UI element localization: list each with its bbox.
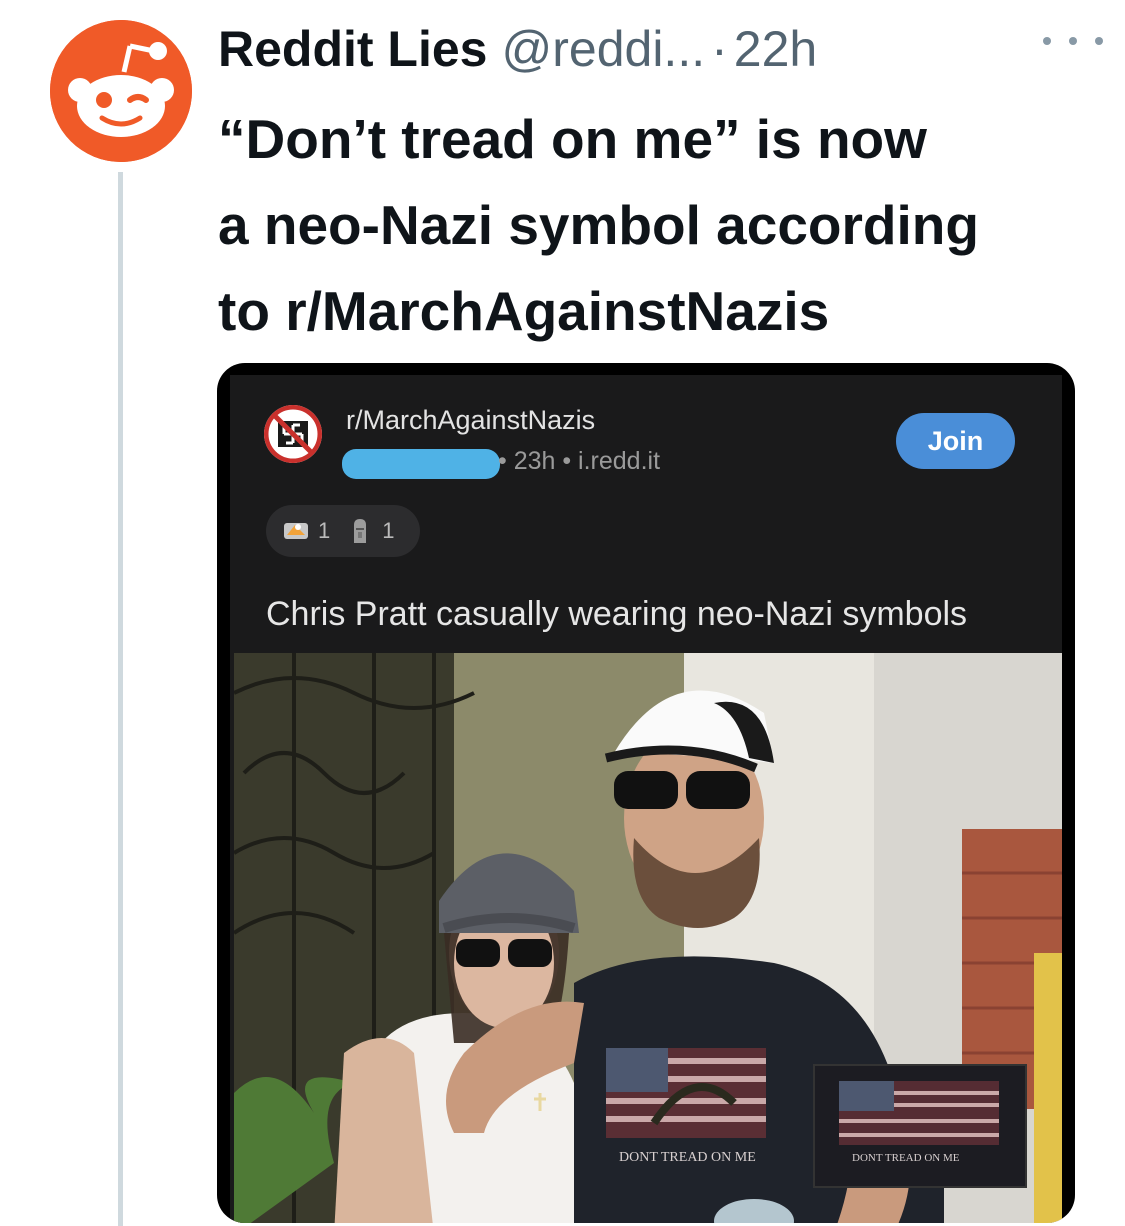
join-button[interactable]: Join [896,413,1015,469]
no-swastika-icon [264,405,322,463]
display-name[interactable]: Reddit Lies [218,20,487,78]
shirt-text: DONT TREAD ON ME [619,1150,756,1165]
thread-line [118,172,123,1226]
post-title[interactable]: Chris Pratt casually wearing neo-Nazi sy… [266,595,967,634]
moai-award-icon [354,519,367,543]
reddit-alien-icon [50,20,192,162]
subreddit-icon [264,405,322,463]
photo-illustration: DONT TREAD ON ME DONT TREAD ON ME [234,653,1062,1223]
tweet-text-line: to r/MarchAgainstNazis [218,280,830,342]
subreddit-name[interactable]: r/MarchAgainstNazis [346,405,595,436]
awards-pill[interactable]: 1 1 [266,505,420,557]
eagle-award-icon [284,523,308,539]
award-count: 1 [318,518,331,543]
tweet-text: “Don’t tread on me” is now a neo-Nazi sy… [218,96,1098,354]
separator-dot: · [711,21,728,77]
award-count: 1 [382,518,395,543]
media-card[interactable]: r/MarchAgainstNazis • 23h • i.redd.it Jo… [217,363,1075,1223]
post-meta: • 23h • i.redd.it [498,447,661,475]
inset-shirt-text: DONT TREAD ON ME [852,1152,960,1164]
tweet-header: Reddit Lies @reddi... · 22h [218,18,1085,80]
user-handle[interactable]: @reddi... [501,20,705,78]
post-photo[interactable]: DONT TREAD ON ME DONT TREAD ON ME [234,653,1062,1223]
redaction-scribble [342,449,500,479]
timestamp[interactable]: 22h [734,20,817,78]
reddit-avatar[interactable] [50,20,192,162]
more-options-icon[interactable] [1043,26,1103,56]
reddit-post-screenshot: r/MarchAgainstNazis • 23h • i.redd.it Jo… [230,375,1062,1223]
tweet-text-line: a neo-Nazi symbol according [218,194,980,256]
tweet-text-line: “Don’t tread on me” is now [218,108,927,170]
